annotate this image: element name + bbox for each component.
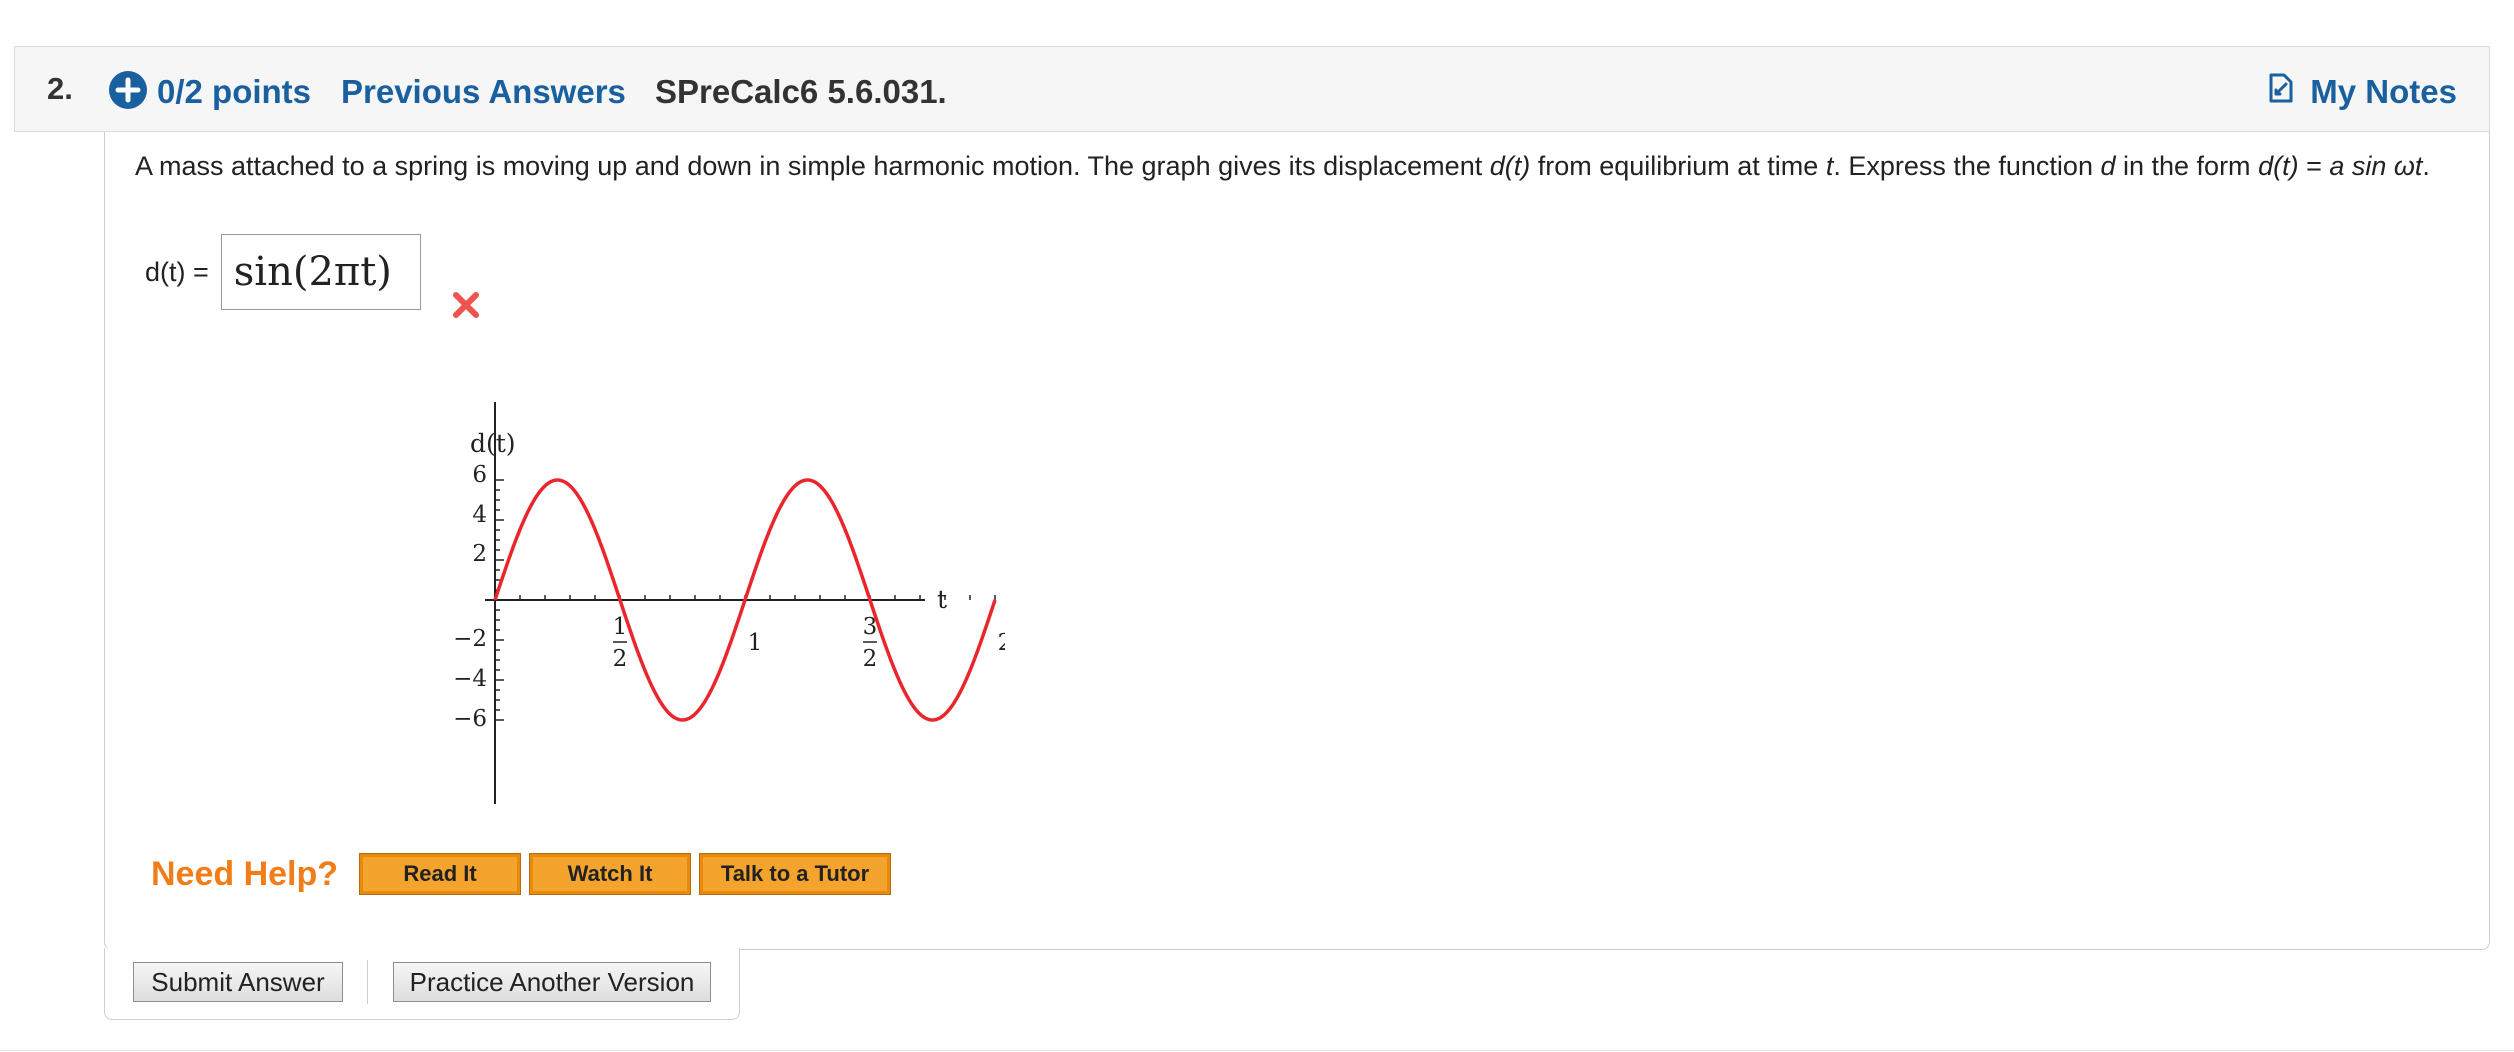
y-tick-label: 4 xyxy=(472,502,487,528)
question-id: SPreCalc6 5.6.031. xyxy=(655,73,947,110)
x-tick-label: 2 xyxy=(998,630,1005,656)
need-help-label: Need Help? xyxy=(151,854,339,893)
y-tick-label: −6 xyxy=(453,706,487,732)
need-help-bar: Need Help? Read It Watch It Talk to a Tu… xyxy=(151,853,900,895)
notes-icon xyxy=(2268,73,2294,111)
divider xyxy=(367,960,368,1004)
prompt-text: A mass attached to a spring is moving up… xyxy=(135,151,1490,181)
y-tick-label: −4 xyxy=(453,666,487,692)
y-tick-label: −2 xyxy=(453,626,487,652)
prompt-text: . Express the function xyxy=(1833,151,2101,181)
my-notes-label: My Notes xyxy=(2310,73,2457,110)
submission-area: Submit Answer Practice Another Version xyxy=(104,948,740,1020)
watch-it-button[interactable]: Watch It xyxy=(529,853,692,895)
previous-answers-link[interactable]: Previous Answers xyxy=(341,73,626,111)
y-tick-label: 6 xyxy=(472,462,487,488)
my-notes-link[interactable]: My Notes xyxy=(2268,73,2457,111)
y-tick-labels: 6 4 2 −2 −4 −6 xyxy=(453,462,487,732)
prompt-var: d(t) xyxy=(1489,151,1531,181)
x-tick-label-denominator: 2 xyxy=(863,646,878,672)
incorrect-x-icon xyxy=(451,290,481,325)
x-tick-label-denominator: 2 xyxy=(613,646,628,672)
answer-label: d(t) = xyxy=(145,256,209,287)
prompt-text: from equilibrium at time xyxy=(1530,151,1826,181)
y-tick-label: 2 xyxy=(472,541,487,567)
talk-to-tutor-button[interactable]: Talk to a Tutor xyxy=(699,853,892,895)
read-it-button[interactable]: Read It xyxy=(359,853,522,895)
x-tick-labels: 121322 xyxy=(613,614,1005,672)
x-tick-label: 1 xyxy=(748,630,763,656)
prompt-text: . xyxy=(2422,151,2430,181)
formula-eq: = xyxy=(2298,151,2330,181)
x-axis-label: t xyxy=(937,585,947,614)
answer-input[interactable]: sin(2πt) xyxy=(220,234,421,310)
prompt-text: in the form xyxy=(2115,151,2259,181)
graph-axes xyxy=(485,402,925,804)
displacement-graph: d(t) t 6 4 2 −2 −4 −6 121322 xyxy=(453,402,1005,804)
y-axis-label: d(t) xyxy=(470,429,516,458)
formula-lhs: d(t) xyxy=(2258,151,2299,181)
bottom-rule xyxy=(0,1050,2514,1051)
question-body: A mass attached to a spring is moving up… xyxy=(104,132,2490,950)
question-header: 2. 0/2 points Previous Answers SPreCalc6… xyxy=(14,46,2490,132)
practice-another-version-button[interactable]: Practice Another Version xyxy=(393,962,711,1002)
plus-icon[interactable] xyxy=(109,71,147,109)
question-prompt: A mass attached to a spring is moving up… xyxy=(135,146,2475,187)
answer-row: d(t) = sin(2πt) xyxy=(145,232,421,312)
points-link[interactable]: 0/2 points xyxy=(157,73,311,111)
question-number: 2. xyxy=(47,71,73,106)
prompt-var: d xyxy=(2100,151,2116,181)
formula-rhs: a sin ωt xyxy=(2329,151,2423,181)
submit-answer-button[interactable]: Submit Answer xyxy=(133,962,343,1002)
